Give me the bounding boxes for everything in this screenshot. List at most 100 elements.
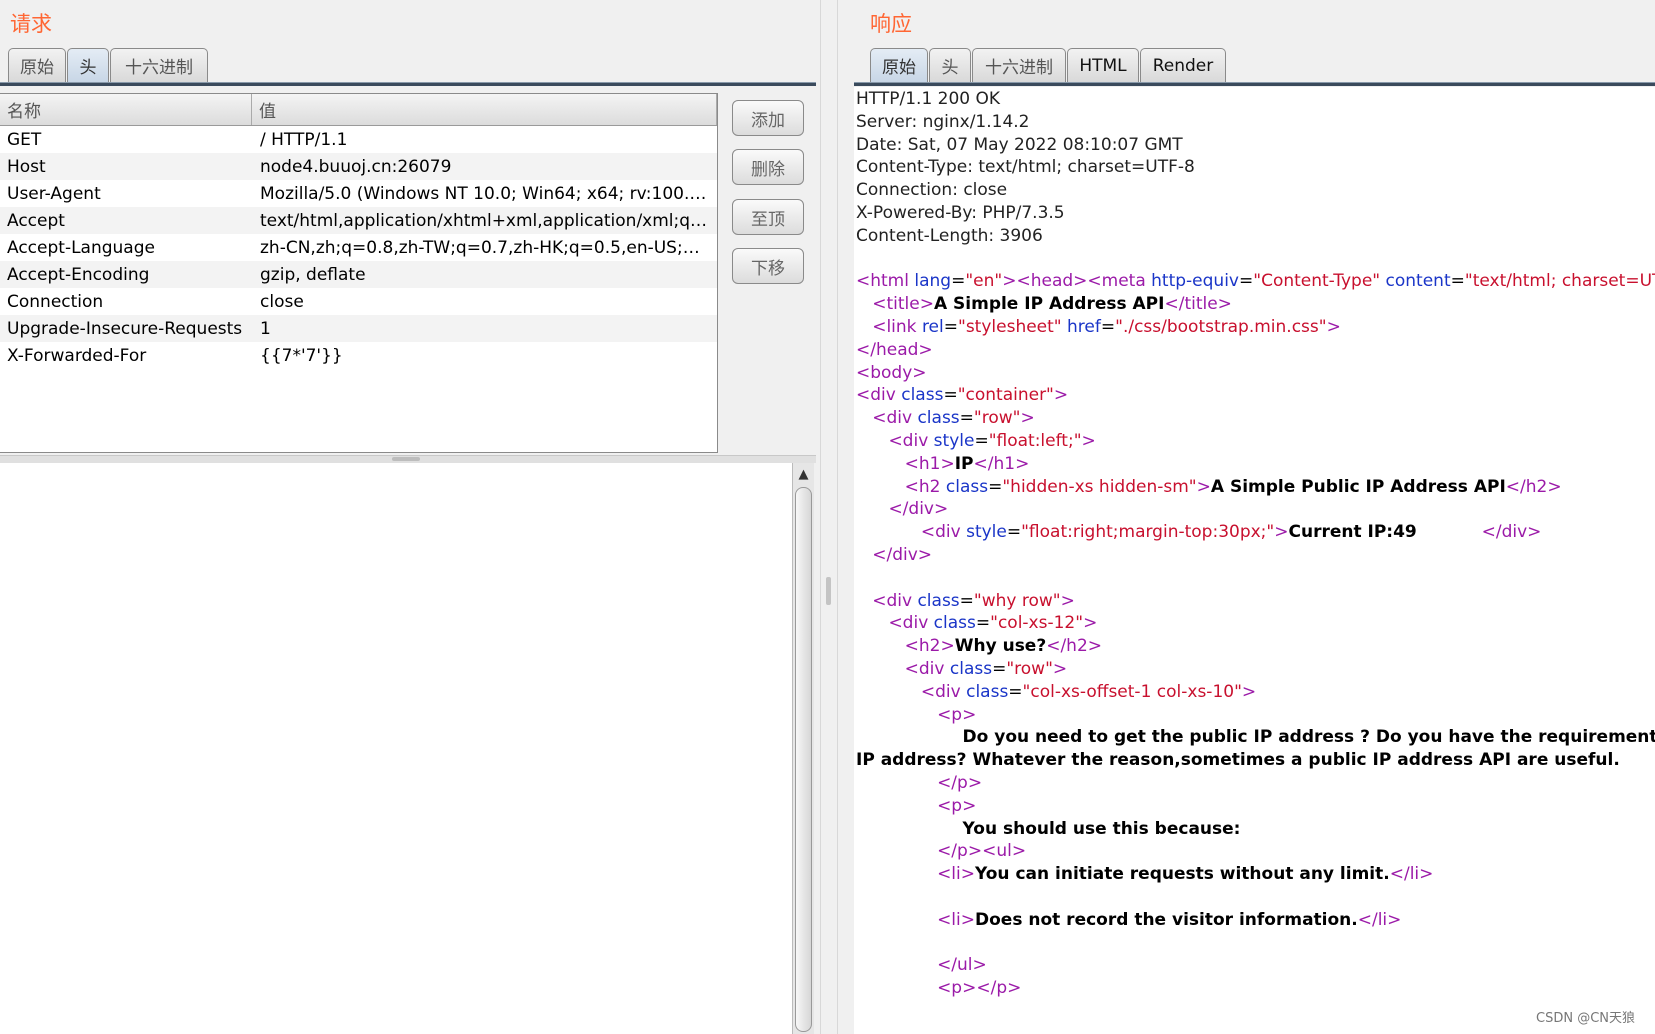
code-token: You can initiate requests without any li… bbox=[975, 864, 1390, 885]
response-body-line: <p> bbox=[856, 794, 976, 818]
header-name-cell[interactable]: Host bbox=[0, 157, 252, 177]
divider-grip-icon[interactable] bbox=[826, 577, 831, 605]
header-name-cell[interactable]: Connection bbox=[0, 292, 252, 312]
response-tab-raw[interactable]: 原始 bbox=[870, 48, 928, 82]
header-name-cell[interactable]: Accept-Encoding bbox=[0, 265, 252, 285]
table-body: GET / HTTP/1.1 Host node4.buuoj.cn:26079 Use… bbox=[0, 126, 717, 369]
move-top-button[interactable]: 至顶 bbox=[732, 199, 804, 235]
response-body-line: <div style="float:left;"> bbox=[856, 429, 1095, 453]
response-raw-view[interactable]: HTTP/1.1 200 OK Server: nginx/1.14.2 Date:… bbox=[854, 87, 1655, 1034]
header-value-cell[interactable]: 1 bbox=[252, 319, 717, 339]
splitter-grip-icon[interactable] bbox=[392, 457, 420, 461]
scrollbar-thumb[interactable] bbox=[795, 487, 812, 1032]
up-arrow-icon[interactable]: ▲ bbox=[793, 463, 814, 485]
table-row[interactable]: Connection close bbox=[0, 288, 717, 315]
header-name-cell[interactable]: GET bbox=[0, 130, 252, 150]
response-body-line: Do you need to get the public IP address… bbox=[856, 725, 1655, 749]
response-body-line: <div class="container"> bbox=[856, 383, 1068, 407]
header-value-cell[interactable]: / HTTP/1.1 bbox=[252, 130, 717, 150]
response-body-line: IP address? Whatever the reason,sometime… bbox=[856, 748, 1620, 772]
code-token: <h2 bbox=[904, 476, 946, 497]
watermark: CSDN @CN天狼 bbox=[1536, 1011, 1635, 1026]
code-token: > bbox=[1274, 522, 1289, 543]
response-body-line: <div class="col-xs-offset-1 col-xs-10"> bbox=[856, 680, 1256, 704]
response-tab-html[interactable]: HTML bbox=[1067, 48, 1139, 82]
response-tab-hex[interactable]: 十六进制 bbox=[972, 48, 1066, 82]
table-row[interactable]: Accept text/html,application/xhtml+xml,ap… bbox=[0, 207, 717, 234]
table-row[interactable]: Host node4.buuoj.cn:26079 bbox=[0, 153, 717, 180]
request-splitter[interactable] bbox=[0, 455, 816, 463]
column-header-name[interactable]: 名称 bbox=[0, 94, 252, 125]
header-name-cell[interactable]: User-Agent bbox=[0, 184, 252, 204]
request-body-editor[interactable] bbox=[0, 463, 792, 1034]
delete-button[interactable]: 删除 bbox=[732, 149, 804, 185]
header-value-cell[interactable]: {{7*'7'}} bbox=[252, 346, 717, 366]
table-row[interactable]: Accept-Language zh-CN,zh;q=0.8,zh-TW;q=0.… bbox=[0, 234, 717, 261]
response-body-line: <div class="row"> bbox=[856, 406, 1035, 430]
code-token: class bbox=[917, 590, 960, 611]
response-tab-render[interactable]: Render bbox=[1140, 48, 1226, 82]
code-token: <head> bbox=[1016, 271, 1088, 292]
table-row[interactable]: Accept-Encoding gzip, deflate bbox=[0, 261, 717, 288]
response-body-line: <link rel="stylesheet" href="./css/boots… bbox=[856, 315, 1341, 339]
request-tab-headers[interactable]: 头 bbox=[67, 48, 109, 82]
code-token: > bbox=[1196, 476, 1211, 497]
move-down-button[interactable]: 下移 bbox=[732, 248, 804, 284]
header-value-cell[interactable]: gzip, deflate bbox=[252, 265, 717, 285]
response-header-line: Connection: close bbox=[856, 180, 1008, 201]
response-body-line: <html lang="en"><head><meta http-equiv="… bbox=[856, 269, 1655, 293]
code-token: You should use this because: bbox=[856, 818, 1241, 839]
code-token: "why row" bbox=[973, 590, 1061, 611]
code-token: </h2> bbox=[1046, 636, 1103, 657]
table-row[interactable]: X-Forwarded-For {{7*'7'}} bbox=[0, 342, 717, 369]
table-header: 名称 值 bbox=[0, 94, 717, 126]
code-token: IP address? Whatever the reason,sometime… bbox=[856, 750, 1620, 771]
code-token: <p> bbox=[937, 795, 977, 816]
header-name-cell[interactable]: Upgrade-Insecure-Requests bbox=[0, 319, 252, 339]
table-row[interactable]: Upgrade-Insecure-Requests 1 bbox=[0, 315, 717, 342]
column-header-value[interactable]: 值 bbox=[252, 94, 717, 125]
header-name-cell[interactable]: X-Forwarded-For bbox=[0, 346, 252, 366]
response-body-line: <div class="why row"> bbox=[856, 589, 1075, 613]
code-token: lang bbox=[914, 271, 952, 292]
header-value-cell[interactable]: zh-CN,zh;q=0.8,zh-TW;q=0.7,zh-HK;q=0.5,e… bbox=[252, 238, 717, 258]
code-token: = bbox=[1008, 681, 1023, 702]
pane-divider[interactable] bbox=[820, 0, 838, 1034]
header-value-cell[interactable]: text/html,application/xhtml+xml,applicat… bbox=[252, 211, 717, 231]
code-token: = bbox=[943, 317, 958, 337]
code-token: > bbox=[1083, 613, 1098, 634]
code-token: A Simple Public IP Address API bbox=[1210, 476, 1506, 497]
request-tab-underline bbox=[0, 82, 816, 86]
header-value-cell[interactable]: node4.buuoj.cn:26079 bbox=[252, 157, 717, 177]
code-token: </title> bbox=[1164, 294, 1232, 315]
header-name-cell[interactable]: Accept bbox=[0, 211, 252, 231]
request-tab-raw[interactable]: 原始 bbox=[8, 48, 66, 82]
response-body-line: You should use this because: bbox=[856, 817, 1241, 841]
header-name-cell[interactable]: Accept-Language bbox=[0, 238, 252, 258]
response-title: 响应 bbox=[870, 12, 912, 36]
code-token: > bbox=[1020, 408, 1035, 429]
code-token: "float:right;margin-top:30px;" bbox=[1021, 522, 1275, 543]
add-button[interactable]: 添加 bbox=[732, 100, 804, 136]
table-row[interactable]: User-Agent Mozilla/5.0 (Windows NT 10.0; … bbox=[0, 180, 717, 207]
header-value-cell[interactable]: close bbox=[252, 292, 717, 312]
response-tab-underline bbox=[854, 82, 1655, 86]
code-token: class bbox=[933, 613, 976, 634]
code-token: <div bbox=[856, 385, 902, 406]
code-token: "col-xs-12" bbox=[990, 613, 1084, 634]
request-body-scrollbar[interactable]: ▲ bbox=[792, 463, 814, 1034]
response-tab-headers[interactable]: 头 bbox=[929, 48, 971, 82]
code-token: <div bbox=[872, 590, 918, 611]
header-value-cell[interactable]: Mozilla/5.0 (Windows NT 10.0; Win64; x64… bbox=[252, 184, 717, 204]
response-body-line: <p> bbox=[856, 703, 976, 727]
code-token: href bbox=[1067, 317, 1101, 337]
response-body-line: <li>You can initiate requests without an… bbox=[856, 862, 1433, 886]
request-tab-hex[interactable]: 十六进制 bbox=[110, 48, 208, 82]
table-row[interactable]: GET / HTTP/1.1 bbox=[0, 126, 717, 153]
